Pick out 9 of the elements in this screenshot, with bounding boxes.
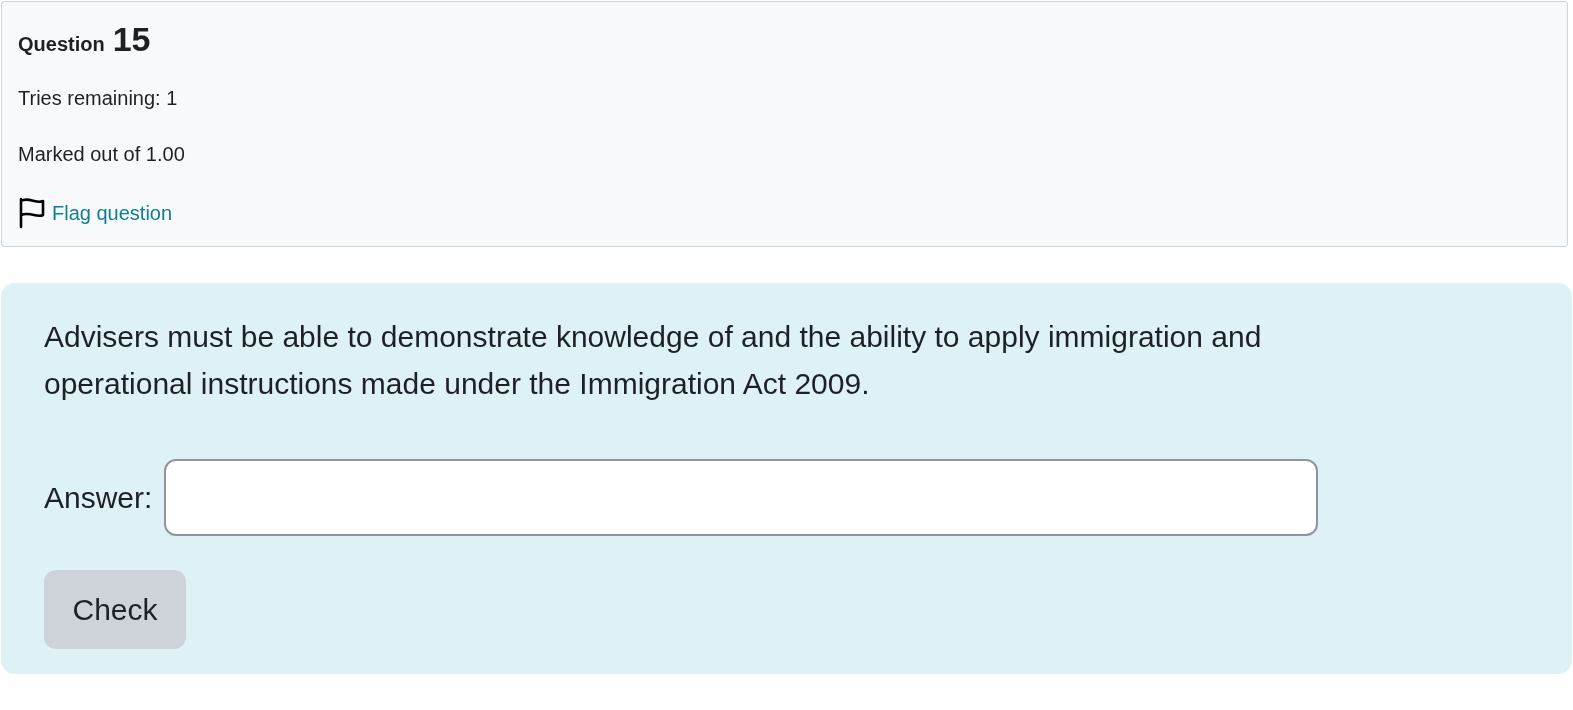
check-button[interactable]: Check: [44, 570, 186, 649]
flag-question-link[interactable]: Flag question: [18, 197, 173, 229]
question-text: Advisers must be able to demonstrate knowledge of and the ability to apply immigration and operational instructions made under the Immigration Act 2009.: [44, 319, 1263, 402]
answer-label: Answer:: [44, 480, 153, 515]
grade-text: Marked out of 1.00: [18, 142, 185, 167]
question-number: 15: [112, 20, 151, 59]
answer-field[interactable]: [164, 459, 1319, 536]
question-label: Question: [18, 33, 105, 56]
tries-remaining-text: Tries remaining: 1: [18, 86, 178, 111]
